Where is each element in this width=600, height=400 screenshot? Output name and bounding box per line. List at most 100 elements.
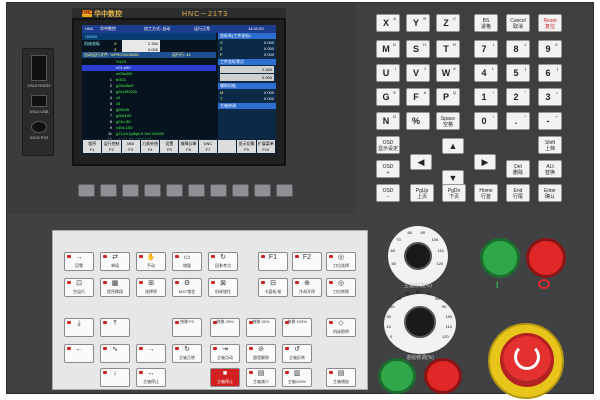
- soft-key-6[interactable]: [188, 184, 205, 197]
- key-3-0[interactable]: GE: [376, 88, 400, 106]
- machine-key-13[interactable]: ⊠ 机床锁住: [208, 278, 238, 297]
- fkey-1[interactable]: 程序 F1: [83, 140, 102, 153]
- feed-hold-button[interactable]: [526, 238, 566, 278]
- machine-key-36[interactable]: ▤ 主轴增加: [326, 368, 356, 387]
- arrow-right-key[interactable]: ▶: [474, 154, 496, 170]
- key-4-5[interactable]: - +: [538, 112, 562, 130]
- key-1-3[interactable]: 7I: [474, 40, 498, 58]
- key-2-1[interactable]: VJ: [406, 64, 430, 82]
- osd-key-3[interactable]: OSD −: [376, 184, 400, 202]
- osd-key-1[interactable]: OSD 显示设定: [376, 136, 400, 154]
- edit-key-alt[interactable]: ALt 替换: [538, 160, 562, 178]
- fkey-2[interactable]: 运行控制 F2: [102, 140, 121, 153]
- soft-key-9[interactable]: [254, 184, 271, 197]
- key-3-2[interactable]: PQ: [436, 88, 460, 106]
- soft-key-4[interactable]: [144, 184, 161, 197]
- machine-key-8[interactable]: ◎ 刀位选择: [326, 252, 356, 271]
- key-4-3[interactable]: 0/: [474, 112, 498, 130]
- machine-key-6[interactable]: F1: [258, 252, 288, 271]
- machine-key-12[interactable]: ⚙ MST锁住: [172, 278, 202, 297]
- machine-key-16[interactable]: ◎ 刀位转换: [326, 278, 356, 297]
- fkey-4[interactable]: 刀具补偿 F4: [140, 140, 160, 153]
- key-1-2[interactable]: TR: [436, 40, 460, 58]
- soft-key-7[interactable]: [210, 184, 227, 197]
- key-2-5[interactable]: 6]: [538, 64, 562, 82]
- soft-key-1[interactable]: [78, 184, 95, 197]
- key-0-0[interactable]: XA: [376, 14, 400, 32]
- fkey-9[interactable]: 显示切换 F9: [237, 140, 256, 153]
- arrow-left-key[interactable]: ◀: [410, 154, 432, 170]
- machine-key-5[interactable]: ↻ 回参考点: [208, 252, 238, 271]
- key-2-4[interactable]: 5[: [506, 64, 530, 82]
- machine-key-14[interactable]: ⊟ 卡盘松/紧: [258, 278, 288, 297]
- edit-key-pgup[interactable]: PgUp 上页: [410, 184, 434, 202]
- key-1-0[interactable]: MD: [376, 40, 400, 58]
- key-0-5[interactable]: Reset 复位: [538, 14, 562, 32]
- edit-key-pgdn[interactable]: PgDn 下页: [442, 184, 466, 202]
- soft-key-3[interactable]: [122, 184, 139, 197]
- cycle-start-button[interactable]: [480, 238, 520, 278]
- osd-key-2[interactable]: OSD +: [376, 160, 400, 178]
- feed-dial-knob[interactable]: [404, 306, 436, 338]
- machine-key-19[interactable]: 快移 F0: [172, 318, 202, 337]
- key-4-4[interactable]: . *: [506, 112, 530, 130]
- key-0-3[interactable]: BS 退格: [474, 14, 498, 32]
- key-0-4[interactable]: Cancel 取消: [506, 14, 530, 32]
- rs232-port[interactable]: [31, 55, 47, 81]
- key-1-5[interactable]: 9K: [538, 40, 562, 58]
- machine-key-31[interactable]: ↓: [100, 368, 130, 387]
- machine-key-33[interactable]: ■ 主轴停止: [210, 368, 240, 387]
- edit-key-end[interactable]: End 行尾: [506, 184, 530, 202]
- ps2-port[interactable]: [31, 121, 47, 133]
- fkey-5[interactable]: 设置 F5: [160, 140, 179, 153]
- fkey-7[interactable]: DNC F7: [198, 140, 218, 153]
- machine-key-15[interactable]: ⊕ 冷却开停: [292, 278, 322, 297]
- edit-key-enter[interactable]: Enter 确认: [538, 184, 562, 202]
- soft-key-8[interactable]: [232, 184, 249, 197]
- machine-key-18[interactable]: ⤒: [100, 318, 130, 337]
- machine-key-9[interactable]: ⊡ 空运行: [64, 278, 94, 297]
- machine-key-4[interactable]: ▭ 增量: [172, 252, 202, 271]
- edit-key-home[interactable]: Home 行首: [474, 184, 498, 202]
- fkey-3[interactable]: MDI F3: [121, 140, 140, 153]
- edit-key-shift[interactable]: Shift 上档: [538, 136, 562, 154]
- power-off-button[interactable]: [424, 358, 462, 394]
- fkey-6[interactable]: 故障诊断 F6: [179, 140, 198, 153]
- machine-key-22[interactable]: 快移 100%: [282, 318, 312, 337]
- key-4-1[interactable]: %: [406, 112, 430, 130]
- key-2-2[interactable]: WK: [436, 64, 460, 82]
- machine-key-32[interactable]: ↔ 主轴停止: [136, 368, 166, 387]
- usb-port[interactable]: [31, 95, 47, 107]
- key-3-5[interactable]: 3 =: [538, 88, 562, 106]
- machine-key-3[interactable]: ✋ 手动: [136, 252, 166, 271]
- machine-key-20[interactable]: 快移 25%: [210, 318, 240, 337]
- machine-key-35[interactable]: ▥ 主轴100%: [282, 368, 312, 387]
- spindle-dial-knob[interactable]: [404, 242, 432, 270]
- machine-key-10[interactable]: ▦ 程序跳段: [100, 278, 130, 297]
- soft-key-5[interactable]: [166, 184, 183, 197]
- arrow-up-key[interactable]: ▲: [442, 138, 464, 154]
- machine-key-11[interactable]: ⊞ 选择停: [136, 278, 166, 297]
- machine-key-26[interactable]: →: [136, 344, 166, 363]
- machine-key-28[interactable]: ⇥ 主轴点动: [210, 344, 240, 363]
- key-4-0[interactable]: NO: [376, 112, 400, 130]
- key-1-4[interactable]: 8J: [506, 40, 530, 58]
- key-1-1[interactable]: SH: [406, 40, 430, 58]
- machine-key-27[interactable]: ↻ 主轴正转: [172, 344, 202, 363]
- machine-key-21[interactable]: 快移 50%: [246, 318, 276, 337]
- key-3-3[interactable]: 1!: [474, 88, 498, 106]
- key-2-0[interactable]: UI: [376, 64, 400, 82]
- edit-key-del[interactable]: Del 删除: [506, 160, 530, 178]
- machine-key-17[interactable]: ⤓: [64, 318, 94, 337]
- key-0-2[interactable]: ZC: [436, 14, 460, 32]
- key-3-4[interactable]: 2 ": [506, 88, 530, 106]
- machine-key-29[interactable]: ⊘ 超程解除: [246, 344, 276, 363]
- machine-key-34[interactable]: ▤ 主轴减少: [246, 368, 276, 387]
- machine-key-25[interactable]: ∿: [100, 344, 130, 363]
- machine-key-30[interactable]: ↺ 主轴反转: [282, 344, 312, 363]
- soft-key-10[interactable]: [276, 184, 293, 197]
- machine-key-23[interactable]: ◇ 机床照明: [326, 318, 356, 337]
- key-4-2[interactable]: Space 空格: [436, 112, 460, 130]
- fkey-8[interactable]: [218, 140, 237, 153]
- key-0-1[interactable]: YB: [406, 14, 430, 32]
